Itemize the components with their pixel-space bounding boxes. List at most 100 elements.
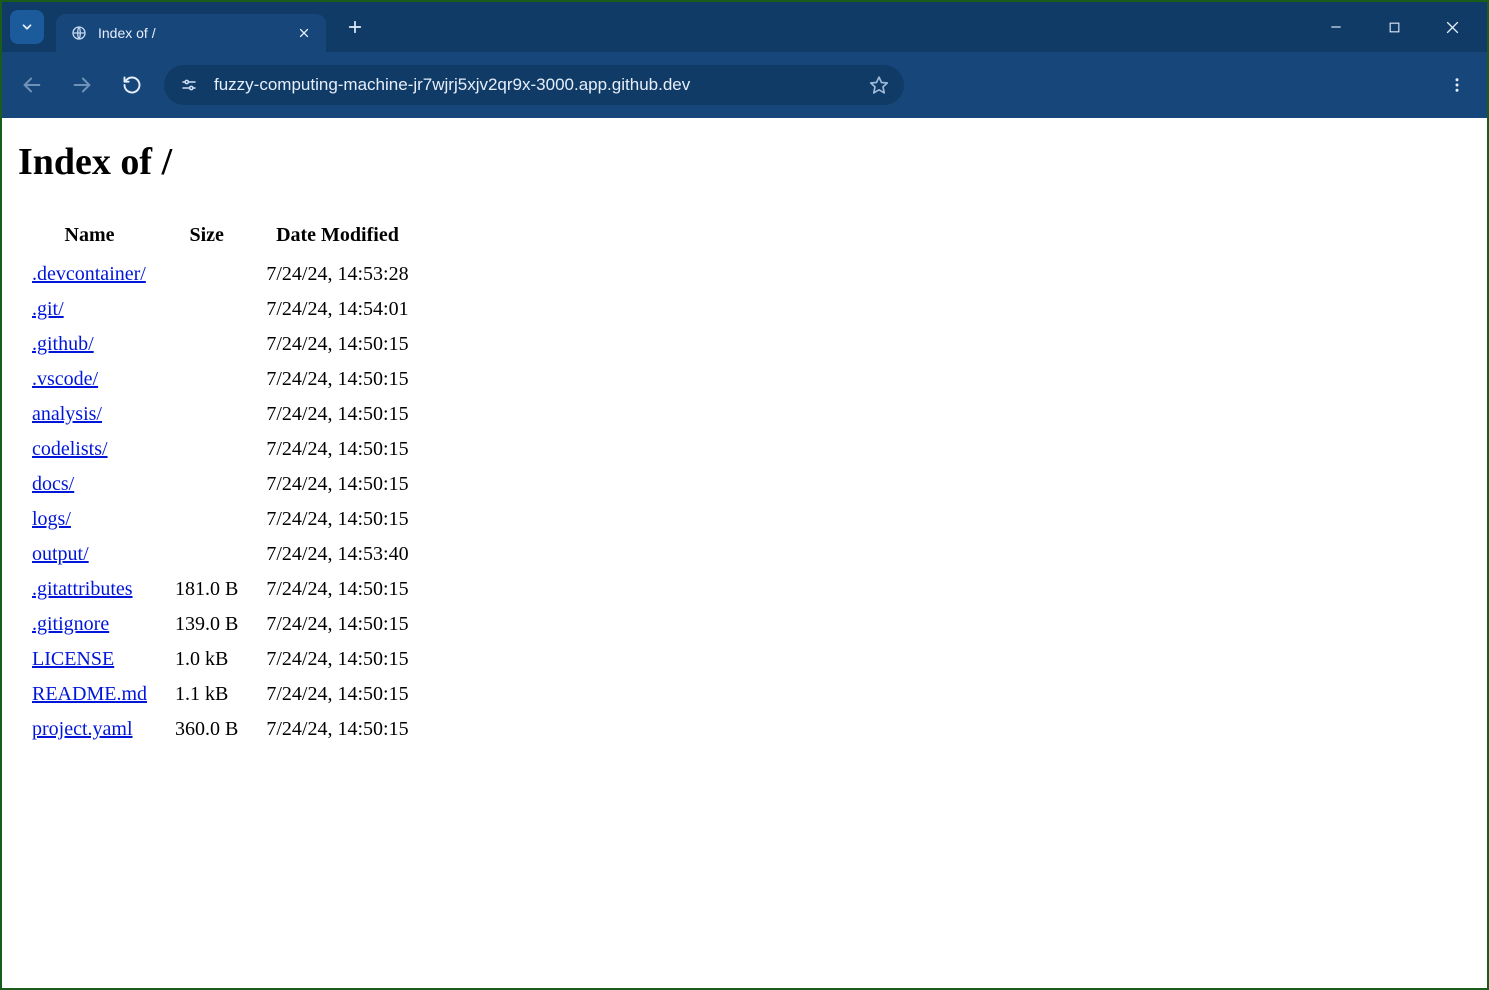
cell-name: .git/	[18, 292, 161, 327]
cell-size	[161, 397, 252, 432]
column-header-name: Name	[18, 218, 161, 257]
window-controls	[1321, 12, 1479, 42]
file-link[interactable]: logs/	[32, 508, 71, 530]
table-row: .gitattributes 181.0 B7/24/24, 14:50:15	[18, 572, 423, 607]
arrow-left-icon	[21, 74, 43, 96]
column-header-size: Size	[161, 218, 252, 257]
browser-menu-button[interactable]	[1439, 67, 1475, 103]
cell-size: 1.0 kB	[161, 642, 252, 677]
cell-name: .github/	[18, 327, 161, 362]
table-header-row: Name Size Date Modified	[18, 218, 423, 257]
table-row: analysis/7/24/24, 14:50:15	[18, 397, 423, 432]
star-icon	[869, 75, 889, 95]
tune-icon	[180, 76, 198, 94]
file-link[interactable]: .devcontainer/	[32, 263, 146, 285]
cell-date: 7/24/24, 14:50:15	[252, 432, 422, 467]
file-link[interactable]: .git/	[32, 298, 64, 320]
table-row: .gitignore 139.0 B7/24/24, 14:50:15	[18, 607, 423, 642]
file-link[interactable]: .vscode/	[32, 368, 98, 390]
tab-title: Index of /	[98, 25, 294, 41]
cell-size	[161, 502, 252, 537]
cell-name: README.md	[18, 677, 161, 712]
file-link[interactable]: output/	[32, 543, 89, 565]
tab-close-button[interactable]	[294, 23, 314, 43]
cell-size	[161, 467, 252, 502]
cell-size: 139.0 B	[161, 607, 252, 642]
cell-date: 7/24/24, 14:50:15	[252, 467, 422, 502]
bookmark-button[interactable]	[868, 74, 890, 96]
cell-name: logs/	[18, 502, 161, 537]
tab-search-dropdown[interactable]	[10, 10, 44, 44]
table-row: README.md1.1 kB7/24/24, 14:50:15	[18, 677, 423, 712]
window-maximize-button[interactable]	[1379, 12, 1409, 42]
cell-name: codelists/	[18, 432, 161, 467]
back-button[interactable]	[14, 67, 50, 103]
page-content: Index of / Name Size Date Modified .devc…	[2, 118, 1487, 988]
file-link[interactable]: .github/	[32, 333, 94, 355]
kebab-icon	[1448, 76, 1466, 94]
new-tab-button[interactable]	[340, 12, 370, 42]
cell-name: .gitattributes	[18, 572, 161, 607]
cell-name: .vscode/	[18, 362, 161, 397]
cell-date: 7/24/24, 14:50:15	[252, 607, 422, 642]
cell-date: 7/24/24, 14:50:15	[252, 502, 422, 537]
close-icon	[1445, 20, 1460, 35]
cell-name: .devcontainer/	[18, 257, 161, 292]
close-icon	[298, 27, 310, 39]
cell-size	[161, 362, 252, 397]
table-row: .github/7/24/24, 14:50:15	[18, 327, 423, 362]
arrow-right-icon	[71, 74, 93, 96]
cell-date: 7/24/24, 14:50:15	[252, 572, 422, 607]
cell-name: LICENSE	[18, 642, 161, 677]
window-minimize-button[interactable]	[1321, 12, 1351, 42]
cell-size: 181.0 B	[161, 572, 252, 607]
directory-listing-table: Name Size Date Modified .devcontainer/7/…	[18, 218, 423, 747]
file-link[interactable]: project.yaml	[32, 718, 133, 740]
cell-size	[161, 292, 252, 327]
window-close-button[interactable]	[1437, 12, 1467, 42]
file-link[interactable]: docs/	[32, 473, 74, 495]
cell-date: 7/24/24, 14:53:40	[252, 537, 422, 572]
cell-date: 7/24/24, 14:50:15	[252, 397, 422, 432]
table-row: logs/7/24/24, 14:50:15	[18, 502, 423, 537]
chevron-down-icon	[20, 20, 34, 34]
table-row: .devcontainer/7/24/24, 14:53:28	[18, 257, 423, 292]
file-link[interactable]: codelists/	[32, 438, 108, 460]
site-info-button[interactable]	[178, 74, 200, 96]
cell-name: docs/	[18, 467, 161, 502]
cell-name: .gitignore	[18, 607, 161, 642]
cell-size	[161, 537, 252, 572]
table-row: .git/7/24/24, 14:54:01	[18, 292, 423, 327]
cell-name: analysis/	[18, 397, 161, 432]
globe-icon	[70, 24, 88, 42]
file-link[interactable]: analysis/	[32, 403, 102, 425]
cell-name: project.yaml	[18, 712, 161, 747]
minimize-icon	[1329, 20, 1343, 34]
cell-date: 7/24/24, 14:54:01	[252, 292, 422, 327]
reload-icon	[122, 75, 142, 95]
table-row: docs/7/24/24, 14:50:15	[18, 467, 423, 502]
address-bar[interactable]	[164, 65, 904, 105]
table-row: project.yaml 360.0 B7/24/24, 14:50:15	[18, 712, 423, 747]
column-header-date: Date Modified	[252, 218, 422, 257]
table-row: LICENSE 1.0 kB7/24/24, 14:50:15	[18, 642, 423, 677]
file-link[interactable]: .gitattributes	[32, 578, 133, 600]
maximize-icon	[1388, 21, 1401, 34]
reload-button[interactable]	[114, 67, 150, 103]
file-link[interactable]: .gitignore	[32, 613, 109, 635]
table-row: .vscode/7/24/24, 14:50:15	[18, 362, 423, 397]
file-link[interactable]: LICENSE	[32, 648, 114, 670]
url-input[interactable]	[214, 75, 858, 95]
cell-date: 7/24/24, 14:50:15	[252, 712, 422, 747]
cell-name: output/	[18, 537, 161, 572]
cell-size: 360.0 B	[161, 712, 252, 747]
cell-date: 7/24/24, 14:50:15	[252, 642, 422, 677]
table-row: codelists/7/24/24, 14:50:15	[18, 432, 423, 467]
titlebar: Index of /	[2, 2, 1487, 52]
browser-tab[interactable]: Index of /	[56, 14, 326, 52]
file-link[interactable]: README.md	[32, 683, 147, 705]
forward-button[interactable]	[64, 67, 100, 103]
cell-date: 7/24/24, 14:50:15	[252, 677, 422, 712]
plus-icon	[347, 19, 363, 35]
browser-toolbar	[2, 52, 1487, 118]
